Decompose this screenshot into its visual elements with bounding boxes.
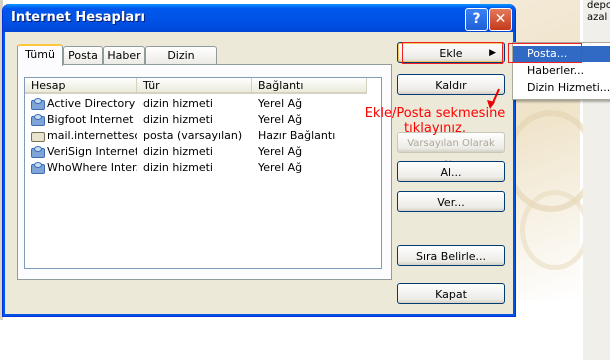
annotation-text: Ekle/Posta sekmesine tıklayınız. xyxy=(364,106,506,136)
account-type: posta (varsayılan) xyxy=(143,129,243,142)
mail-account-icon xyxy=(31,130,45,142)
table-row[interactable]: VeriSign Internet ... dizin hizmeti Yere… xyxy=(25,144,381,160)
table-row[interactable]: Bigfoot Internet ... dizin hizmeti Yerel… xyxy=(25,112,381,128)
account-type: dizin hizmeti xyxy=(143,113,213,126)
tab-all[interactable]: Tümü xyxy=(17,44,63,66)
directory-service-icon xyxy=(31,146,45,158)
column-header-connection[interactable]: Bağlantı xyxy=(252,78,367,94)
account-name: VeriSign Internet ... xyxy=(47,145,137,158)
account-connection: Yerel Ağ xyxy=(258,97,303,110)
account-connection: Hazır Bağlantı xyxy=(258,129,336,142)
account-name: Bigfoot Internet ... xyxy=(47,113,135,126)
account-name: Active Directory xyxy=(47,97,135,110)
account-type: dizin hizmeti xyxy=(143,161,213,174)
annotation-highlight-mail xyxy=(508,43,582,63)
tab-mail[interactable]: Posta xyxy=(63,46,103,64)
background-glasses-shape xyxy=(520,190,590,270)
directory-service-icon xyxy=(31,114,45,126)
window-title: Internet Hesapları xyxy=(11,10,145,25)
account-type: dizin hizmeti xyxy=(143,145,213,158)
account-name: mail.internettescil... xyxy=(47,129,137,142)
account-connection: Yerel Ağ xyxy=(258,145,303,158)
export-button[interactable]: Ver... xyxy=(397,191,505,212)
column-header-type[interactable]: Tür xyxy=(137,78,252,94)
table-row[interactable]: Active Directory dizin hizmeti Yerel Ağ xyxy=(25,96,381,112)
directory-service-icon xyxy=(31,162,45,174)
account-connection: Yerel Ağ xyxy=(258,113,303,126)
accounts-list[interactable]: Hesap Tür Bağlantı Active Directory dizi… xyxy=(24,77,382,269)
side-text: depo azal xyxy=(587,0,610,23)
account-connection: Yerel Ağ xyxy=(258,161,303,174)
account-type: dizin hizmeti xyxy=(143,97,213,110)
menu-item-news[interactable]: Haberler... xyxy=(513,63,610,79)
tab-panel: Hesap Tür Bağlantı Active Directory dizi… xyxy=(17,64,392,280)
tab-news[interactable]: Haber xyxy=(103,46,145,64)
title-bar[interactable]: Internet Hesapları ? ✕ xyxy=(3,4,515,32)
table-row[interactable]: WhoWhere Inter... dizin hizmeti Yerel Ağ xyxy=(25,160,381,176)
close-button[interactable]: Kapat xyxy=(397,283,505,304)
menu-item-directory-service[interactable]: Dizin Hizmeti... xyxy=(513,80,610,96)
column-header-account[interactable]: Hesap xyxy=(25,78,137,94)
import-button[interactable]: Al... xyxy=(397,161,505,182)
annotation-highlight-add xyxy=(402,42,503,64)
help-button[interactable]: ? xyxy=(465,8,488,31)
account-name: WhoWhere Inter... xyxy=(47,161,137,174)
tab-directory-service[interactable]: Dizin Hizmeti xyxy=(145,46,217,79)
set-order-button[interactable]: Sıra Belirle... xyxy=(397,245,505,266)
close-window-button[interactable]: ✕ xyxy=(489,8,512,31)
directory-service-icon xyxy=(31,98,45,110)
table-row[interactable]: mail.internettescil... posta (varsayılan… xyxy=(25,128,381,144)
